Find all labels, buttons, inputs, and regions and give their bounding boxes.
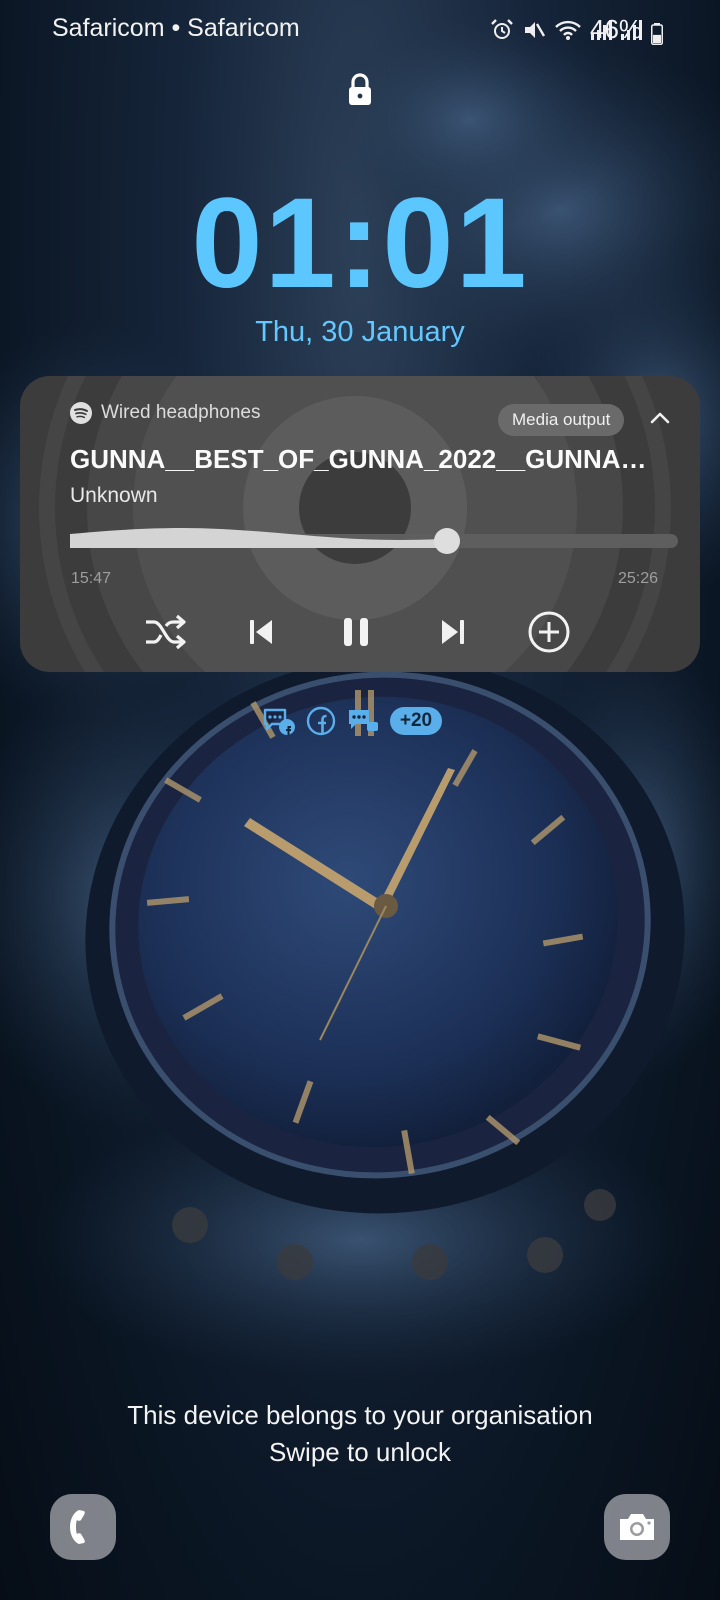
add-icon xyxy=(528,611,570,653)
more-notifications-badge[interactable]: +20 xyxy=(390,707,442,735)
camera-icon xyxy=(620,1514,654,1540)
next-icon xyxy=(442,620,464,644)
previous-button[interactable] xyxy=(237,608,285,656)
track-artist: Unknown xyxy=(70,484,158,507)
media-output-device: Wired headphones xyxy=(101,402,261,423)
wifi-icon xyxy=(555,20,581,40)
organisation-message: This device belongs to your organisation xyxy=(127,1400,593,1430)
lock-screen-clock: 01:01 xyxy=(191,172,529,315)
add-to-library-button[interactable] xyxy=(525,608,573,656)
unlock-hint: Swipe to unlock xyxy=(268,1437,452,1467)
alarm-icon xyxy=(491,19,513,39)
phone-shortcut[interactable] xyxy=(50,1494,116,1560)
pause-button[interactable] xyxy=(332,608,380,656)
facebook-icon xyxy=(306,706,336,736)
lock-screen-date: Thu, 30 January xyxy=(255,316,465,348)
next-button[interactable] xyxy=(429,608,477,656)
battery-percent: 46% xyxy=(590,14,643,44)
media-output-button[interactable]: Media output xyxy=(498,404,625,436)
lock-icon[interactable] xyxy=(346,72,374,108)
elapsed-time: 15:47 xyxy=(71,570,112,587)
seek-bar[interactable] xyxy=(70,510,678,572)
track-title: GUNNA__BEST_OF_GUNNA_2022__GUNNA… xyxy=(70,444,647,474)
messenger-facebook-icon xyxy=(263,708,295,735)
pause-icon xyxy=(344,618,368,646)
shuffle-icon xyxy=(146,614,186,650)
battery-icon xyxy=(651,23,663,45)
chevron-up-icon[interactable] xyxy=(646,406,674,430)
messenger-icon xyxy=(349,710,378,731)
notification-icons[interactable]: +20 xyxy=(262,706,442,736)
playback-controls xyxy=(20,602,700,662)
spotify-icon xyxy=(70,402,92,424)
total-duration: 25:26 xyxy=(617,570,658,587)
seek-thumb[interactable] xyxy=(434,528,460,554)
media-player-card[interactable]: Wired headphones Media output GUNNA__BES… xyxy=(20,376,700,672)
shuffle-button[interactable] xyxy=(142,608,190,656)
camera-shortcut[interactable] xyxy=(604,1494,670,1560)
status-bar: Safaricom • Safaricom 46% xyxy=(0,8,720,48)
previous-icon xyxy=(250,620,272,644)
media-source: Wired headphones xyxy=(70,402,261,424)
mute-icon xyxy=(525,22,546,38)
carrier-label: Safaricom • Safaricom xyxy=(52,14,300,42)
phone-icon xyxy=(70,1510,85,1544)
